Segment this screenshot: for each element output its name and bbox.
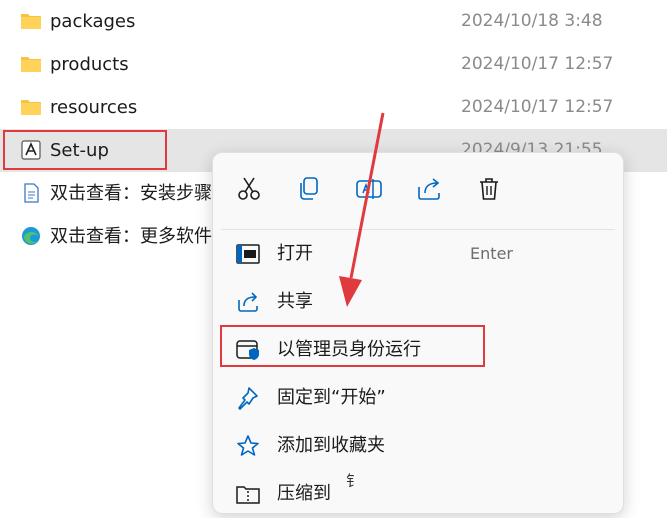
- tooltip-fragment: 钅: [346, 472, 362, 490]
- red-arrow-annotation: [339, 112, 385, 307]
